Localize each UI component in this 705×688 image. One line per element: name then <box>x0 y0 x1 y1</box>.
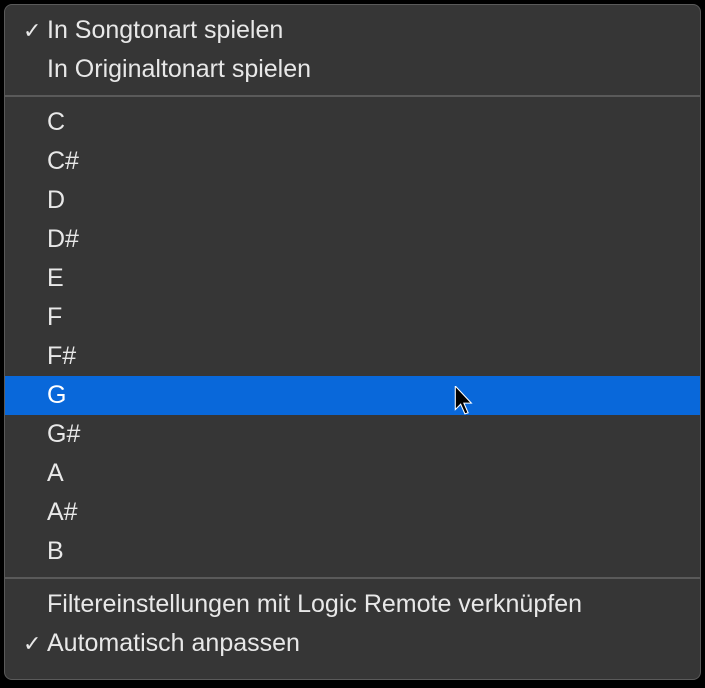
menu-item-play-in-song-key[interactable]: ✓ In Songtonart spielen <box>5 11 700 50</box>
menu-item-auto-adjust[interactable]: ✓ Automatisch anpassen <box>5 624 700 663</box>
menu-item-key-d[interactable]: D <box>5 181 700 220</box>
context-menu: ✓ In Songtonart spielen In Originaltonar… <box>4 4 701 680</box>
menu-item-label: G <box>47 379 682 412</box>
menu-item-key-f[interactable]: F <box>5 298 700 337</box>
menu-item-label: E <box>47 262 682 295</box>
menu-item-label: C <box>47 106 682 139</box>
menu-item-label: In Songtonart spielen <box>47 14 682 47</box>
menu-item-label: A <box>47 457 682 490</box>
menu-item-label: A# <box>47 496 682 529</box>
menu-item-label: F# <box>47 340 682 373</box>
menu-item-label: G# <box>47 418 682 451</box>
menu-item-key-b[interactable]: B <box>5 532 700 571</box>
menu-item-key-a-sharp[interactable]: A# <box>5 493 700 532</box>
menu-item-key-a[interactable]: A <box>5 454 700 493</box>
menu-separator <box>5 95 700 97</box>
menu-item-key-e[interactable]: E <box>5 259 700 298</box>
menu-item-label: Automatisch anpassen <box>47 627 682 660</box>
check-icon: ✓ <box>23 627 47 660</box>
menu-item-key-f-sharp[interactable]: F# <box>5 337 700 376</box>
menu-item-key-g[interactable]: G <box>5 376 700 415</box>
menu-item-label: Filtereinstellungen mit Logic Remote ver… <box>47 588 682 621</box>
menu-item-label: D# <box>47 223 682 256</box>
menu-item-label: C# <box>47 145 682 178</box>
menu-item-key-g-sharp[interactable]: G# <box>5 415 700 454</box>
menu-item-label: F <box>47 301 682 334</box>
check-icon: ✓ <box>23 14 47 47</box>
menu-item-key-d-sharp[interactable]: D# <box>5 220 700 259</box>
menu-item-label: B <box>47 535 682 568</box>
menu-item-play-in-original-key[interactable]: In Originaltonart spielen <box>5 50 700 89</box>
menu-item-link-filter-settings[interactable]: Filtereinstellungen mit Logic Remote ver… <box>5 585 700 624</box>
menu-separator <box>5 577 700 579</box>
menu-item-label: D <box>47 184 682 217</box>
menu-item-key-c-sharp[interactable]: C# <box>5 142 700 181</box>
menu-item-key-c[interactable]: C <box>5 103 700 142</box>
menu-item-label: In Originaltonart spielen <box>47 53 682 86</box>
